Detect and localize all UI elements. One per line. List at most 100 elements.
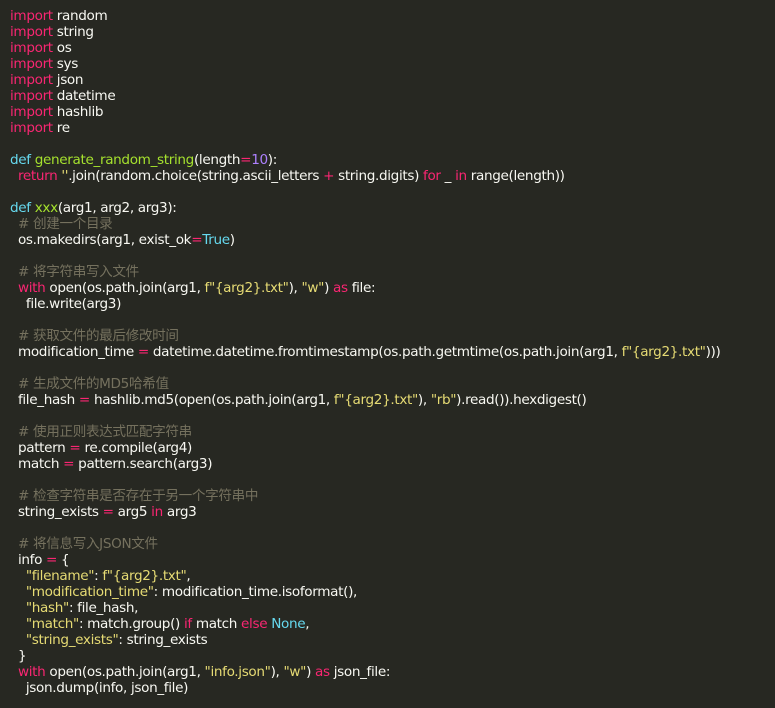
keyword-token: with bbox=[17, 664, 46, 680]
string-token: "hash" bbox=[25, 600, 69, 616]
builtin-token: None bbox=[271, 616, 306, 632]
code-line: string_exists = arg5 in arg3 bbox=[10, 504, 775, 520]
string-token: "rb" bbox=[430, 392, 457, 408]
code-line: with open(os.path.join(arg1, f"{arg2}.tx… bbox=[10, 280, 775, 296]
code-line: "string_exists": string_exists bbox=[10, 632, 775, 648]
code-line: "hash": file_hash, bbox=[10, 600, 775, 616]
code-line: # 获取文件的最后修改时间 bbox=[10, 328, 775, 344]
string-token: f"{arg2}.txt" bbox=[333, 392, 418, 408]
code-text: file: bbox=[347, 280, 376, 296]
code-line: # 创建一个目录 bbox=[10, 216, 775, 232]
code-text: json bbox=[52, 72, 84, 88]
keyword-token: import bbox=[10, 24, 53, 40]
builtin-token: True bbox=[202, 232, 230, 248]
code-line: info = { bbox=[10, 552, 775, 568]
code-text: info bbox=[10, 552, 47, 568]
code-line: } bbox=[10, 648, 775, 664]
string-token: f"{arg2}.txt" bbox=[204, 280, 289, 296]
keyword-token: as bbox=[333, 280, 348, 296]
operator-token: = bbox=[191, 232, 203, 248]
code-line: "match": match.group() if match else Non… bbox=[10, 616, 775, 632]
keyword-token: import bbox=[10, 8, 53, 24]
code-editor[interactable]: import random import string import os impor… bbox=[0, 0, 775, 708]
code-text: pattern.search(arg3) bbox=[74, 456, 213, 472]
code-text: (length bbox=[193, 152, 241, 168]
keyword-token: else bbox=[241, 616, 268, 632]
string-token: "match" bbox=[25, 616, 79, 632]
code-text: .join(random.choice(string.ascii_letters bbox=[68, 168, 324, 184]
code-line: import sys bbox=[10, 56, 775, 72]
code-text: hashlib bbox=[52, 104, 104, 120]
code-line: modification_time = datetime.datetime.fr… bbox=[10, 344, 775, 360]
code-text: open(os.path.join(arg1, bbox=[45, 280, 205, 296]
code-text: os.makedirs(arg1, exist_ok bbox=[10, 232, 192, 248]
code-line: # 将字符串写入文件 bbox=[10, 264, 775, 280]
operator-token: = bbox=[137, 344, 149, 360]
code-line: # 将信息写入JSON文件 bbox=[10, 536, 775, 552]
string-token: "modification_time" bbox=[25, 584, 154, 600]
code-line: import hashlib bbox=[10, 104, 775, 120]
code-line: "modification_time": modification_time.i… bbox=[10, 584, 775, 600]
code-line: import random bbox=[10, 8, 775, 24]
operator-token: = bbox=[46, 552, 58, 568]
comment-token: # 使用正则表达式匹配字符串 bbox=[17, 424, 192, 440]
operator-token: = bbox=[69, 440, 81, 456]
keyword-token: import bbox=[10, 56, 53, 72]
code-line: file_hash = hashlib.md5(open(os.path.joi… bbox=[10, 392, 775, 408]
code-text: json_file: bbox=[329, 664, 391, 680]
code-text: ), bbox=[270, 664, 284, 680]
comment-token: # 生成文件的MD5哈希值 bbox=[17, 376, 169, 392]
code-line: import datetime bbox=[10, 88, 775, 104]
code-line: json.dump(info, json_file) bbox=[10, 680, 775, 696]
code-text: , bbox=[186, 568, 191, 584]
code-text: string.digits) bbox=[334, 168, 424, 184]
code-text: file.write(arg3) bbox=[10, 296, 122, 312]
code-text: hashlib.md5(open(os.path.join(arg1, bbox=[89, 392, 334, 408]
keyword-token: import bbox=[10, 40, 53, 56]
code-text: modification_time bbox=[10, 344, 138, 360]
code-line: file.write(arg3) bbox=[10, 296, 775, 312]
keyword-token: in bbox=[151, 504, 163, 520]
code-line: return ''.join(random.choice(string.asci… bbox=[10, 168, 775, 184]
code-text: : modification_time.isoformat(), bbox=[153, 584, 358, 600]
code-line: "filename": f"{arg2}.txt", bbox=[10, 568, 775, 584]
code-line: pattern = re.compile(arg4) bbox=[10, 440, 775, 456]
code-line: import re bbox=[10, 120, 775, 136]
code-text: re bbox=[52, 120, 70, 136]
code-text: ): bbox=[267, 152, 278, 168]
comment-token: # 将字符串写入文件 bbox=[17, 264, 139, 280]
code-text: : match.group() bbox=[78, 616, 184, 632]
comment-token: # 检查字符串是否存在于另一个字符串中 bbox=[17, 488, 259, 504]
string-token: "w" bbox=[301, 280, 325, 296]
code-text: { bbox=[57, 552, 70, 568]
builtin-token: def bbox=[10, 152, 31, 168]
code-text: re.compile(arg4) bbox=[80, 440, 192, 456]
string-token: f"{arg2}.txt" bbox=[102, 568, 187, 584]
function-name-token: xxx bbox=[34, 200, 58, 216]
code-line: import json bbox=[10, 72, 775, 88]
code-text: (arg1, arg2, arg3): bbox=[57, 200, 177, 216]
keyword-token: in bbox=[455, 168, 467, 184]
code-text: arg3 bbox=[162, 504, 197, 520]
code-text: random bbox=[52, 8, 108, 24]
code-text: match bbox=[10, 456, 64, 472]
comment-token: # 将信息写入JSON文件 bbox=[17, 536, 158, 552]
code-text: ))) bbox=[705, 344, 721, 360]
code-line: def xxx(arg1, arg2, arg3): bbox=[10, 200, 775, 216]
code-text: file_hash bbox=[10, 392, 79, 408]
builtin-token: def bbox=[10, 200, 31, 216]
